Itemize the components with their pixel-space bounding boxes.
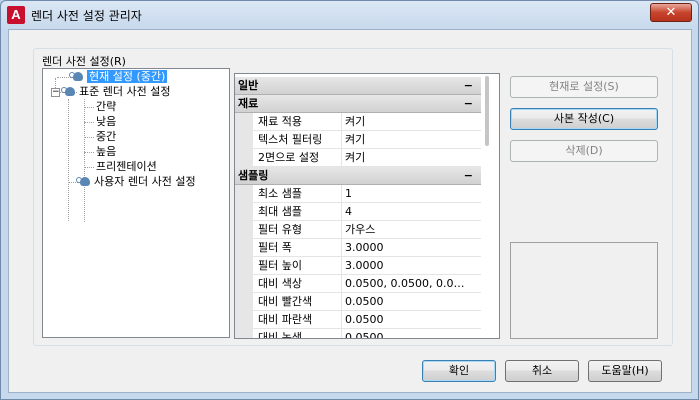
property-row[interactable]: 필터 유형 가우스 [235,221,481,239]
tree-item-presentation[interactable]: 프리젠테이션 [96,159,157,174]
property-name: 대비 녹색 [258,331,302,339]
tree-connector [84,137,94,138]
create-copy-button[interactable]: 사본 작성(C) [510,108,658,130]
category-label: 일반 [238,79,259,92]
tree-item-low[interactable]: 낮음 [96,114,116,129]
property-value[interactable]: 4 [345,203,479,220]
property-name: 필터 폭 [258,241,292,254]
property-row[interactable]: 대비 녹색 0.0500 [235,329,481,339]
property-row[interactable]: 2면으로 설정 켜기 [235,149,481,167]
collapse-icon[interactable]: − [464,95,473,112]
property-value[interactable]: 3.0000 [345,239,479,256]
delete-button[interactable]: 삭제(D) [510,140,658,162]
scrollbar-thumb[interactable] [485,76,489,146]
properties-scrollbar[interactable] [483,74,491,338]
tree-item-label: 높음 [96,145,117,158]
tree-expander-button[interactable]: − [51,88,60,97]
property-name: 재료 적용 [258,115,302,128]
collapse-icon[interactable]: − [464,77,473,94]
properties-grid[interactable]: 일반 − 재료 − 재료 적용 켜기 텍스처 필터링 켜기 2면으로 설정 켜기… [234,73,500,339]
tree-item-label: 프리젠테이션 [96,160,157,173]
tree-item-user-presets[interactable]: 사용자 렌더 사전 설정 [76,174,196,189]
property-name: 대비 빨간색 [258,295,313,308]
property-value[interactable]: 켜기 [345,149,479,166]
property-name: 2면으로 설정 [258,151,320,164]
property-name: 필터 높이 [258,259,302,272]
presets-tree[interactable]: 현재 설정 (중간) − 표준 렌더 사전 설정 간략 낮음 중간 높음 프리젠… [42,68,230,338]
minus-icon: − [52,87,60,97]
cancel-button[interactable]: 취소 [505,360,579,382]
window-title: 렌더 사전 설정 관리자 [31,9,142,23]
category-label: 재료 [238,97,259,110]
tree-connector [84,152,94,153]
property-value[interactable]: 켜기 [345,131,479,148]
property-value[interactable]: 0.0500 [345,311,479,328]
category-material[interactable]: 재료 − [235,95,481,113]
help-button[interactable]: 도움말(H) [588,360,662,382]
presets-tree-label: 렌더 사전 설정(R) [42,55,126,68]
property-row[interactable]: 대비 색상 0.0500, 0.0500, 0.0… [235,275,481,293]
property-value[interactable]: 0.0500, 0.0500, 0.0… [345,275,479,292]
tree-item-label: 간략 [96,100,117,113]
property-row[interactable]: 필터 폭 3.0000 [235,239,481,257]
tree-item-label: 현재 설정 (중간) [87,70,168,83]
ok-button[interactable]: 확인 [422,360,496,382]
property-value[interactable]: 1 [345,185,479,202]
property-name: 필터 유형 [258,223,302,236]
tree-connector [84,122,94,123]
render-presets-manager-window: A 렌더 사전 설정 관리자 ✕ 렌더 사전 설정(R) 현재 설정 (중간) [0,0,699,400]
property-row[interactable]: 최대 샘플 4 [235,203,481,221]
close-icon: ✕ [665,5,677,20]
teapot-icon [69,70,85,82]
property-name: 대비 색상 [258,277,302,290]
tree-connector [84,167,94,168]
tree-item-current[interactable]: 현재 설정 (중간) [69,69,168,84]
teapot-icon [76,175,92,187]
tree-connector [84,99,85,222]
property-value[interactable]: 3.0000 [345,257,479,274]
autocad-app-icon: A [7,6,25,24]
property-name: 최대 샘플 [258,205,302,218]
property-name: 텍스처 필터링 [258,133,323,146]
tree-item-high[interactable]: 높음 [96,144,116,159]
property-name: 최소 샘플 [258,187,302,200]
set-current-button[interactable]: 현재로 설정(S) [510,76,658,98]
tree-item-label: 표준 렌더 사전 설정 [79,85,171,98]
property-row[interactable]: 필터 높이 3.0000 [235,257,481,275]
category-label: 샘플링 [238,169,269,182]
tree-item-standard-presets[interactable]: 표준 렌더 사전 설정 [61,84,171,99]
collapse-icon[interactable]: − [464,167,473,184]
dialog-client-area: 렌더 사전 설정(R) 현재 설정 (중간) − 표준 렌더 사전 설정 간략 … [8,29,692,393]
property-value[interactable]: 0.0500 [345,293,479,310]
property-row[interactable]: 대비 파란색 0.0500 [235,311,481,329]
property-value[interactable]: 0.0500 [345,329,479,338]
preset-preview-thumbnail [510,242,658,339]
tree-item-label: 사용자 렌더 사전 설정 [94,175,196,188]
tree-connector [68,99,69,221]
property-row[interactable]: 재료 적용 켜기 [235,113,481,131]
tree-item-label: 낮음 [96,115,117,128]
title-bar[interactable]: A 렌더 사전 설정 관리자 ✕ [1,1,698,29]
category-sampling[interactable]: 샘플링 − [235,167,481,185]
property-row[interactable]: 대비 빨간색 0.0500 [235,293,481,311]
category-general[interactable]: 일반 − [235,77,481,95]
close-button[interactable]: ✕ [650,3,692,22]
tree-connector [84,107,94,108]
property-name: 대비 파란색 [258,313,313,326]
property-row[interactable]: 최소 샘플 1 [235,185,481,203]
tree-item-label: 중간 [96,130,117,143]
teapot-icon [61,85,77,97]
tree-item-draft[interactable]: 간략 [96,99,116,114]
property-row[interactable]: 텍스처 필터링 켜기 [235,131,481,149]
property-value[interactable]: 가우스 [345,221,479,238]
property-value[interactable]: 켜기 [345,113,479,130]
tree-item-medium[interactable]: 중간 [96,129,116,144]
